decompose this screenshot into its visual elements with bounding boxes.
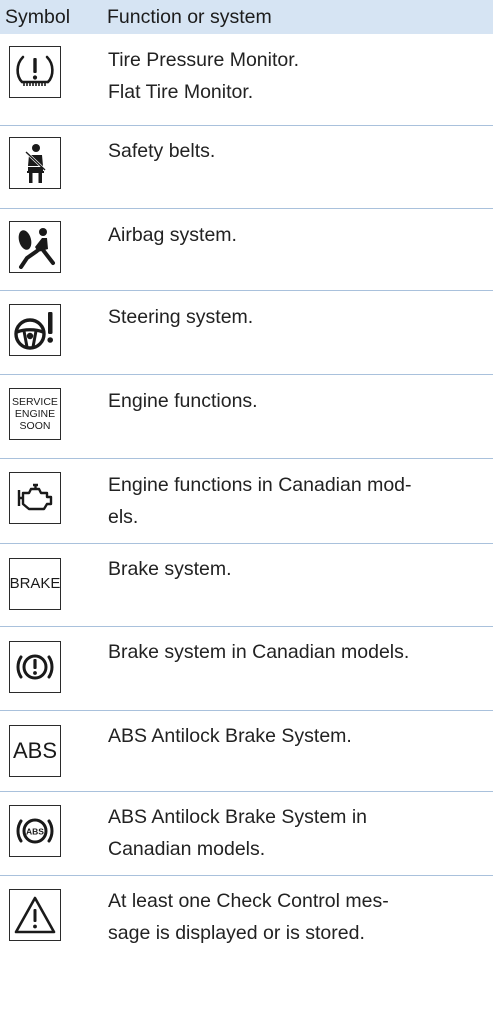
symbol-column-header: Symbol — [5, 5, 71, 28]
table-row: ABS ABS Antilock Brake System in Canadia… — [0, 792, 493, 876]
table-row: Airbag system. — [0, 209, 493, 291]
description-line: Flat Tire Monitor. — [108, 81, 254, 103]
tire-pressure-icon — [9, 46, 61, 98]
description-line: Brake system in Canadian models. — [108, 641, 410, 663]
table-row: BRAKE Brake system. — [0, 544, 493, 627]
description-line: Engine functions. — [108, 390, 258, 412]
description-line: Canadian models. — [108, 838, 266, 860]
table-row: Tire Pressure Monitor. Flat Tire Monitor… — [0, 34, 493, 126]
table-row: SERVICE ENGINE SOON Engine functions. — [0, 375, 493, 459]
table-row: Safety belts. — [0, 126, 493, 209]
table-header: Symbol Function or system — [0, 0, 493, 34]
table-row: ABS ABS Antilock Brake System. — [0, 711, 493, 792]
row-description: Engine functions. — [108, 385, 487, 417]
row-description: Brake system. — [108, 553, 487, 585]
description-line: ABS Antilock Brake System in — [108, 806, 368, 828]
table-row: Brake system in Canadian models. — [0, 627, 493, 711]
description-line: Airbag system. — [108, 224, 237, 246]
icon-label: ABS — [26, 827, 44, 837]
row-description: Brake system in Canadian models. — [108, 636, 487, 668]
description-line: At least one Check Control mes- — [108, 890, 389, 912]
airbag-icon — [9, 221, 61, 273]
table-row: Steering system. — [0, 291, 493, 375]
brake-warning-icon — [9, 641, 61, 693]
description-line: ABS Antilock Brake System. — [108, 725, 352, 747]
brake-text-icon: BRAKE — [9, 558, 61, 610]
seat-belt-icon — [9, 137, 61, 189]
row-description: ABS Antilock Brake System. — [108, 720, 487, 752]
description-line: Brake system. — [108, 558, 232, 580]
icon-label: BRAKE — [9, 575, 61, 592]
icon-label: ENGINE — [14, 408, 56, 420]
row-description: Safety belts. — [108, 135, 487, 167]
row-description: Tire Pressure Monitor. Flat Tire Monitor… — [108, 44, 487, 108]
row-description: Steering system. — [108, 301, 487, 333]
symbol-table: Symbol Function or system Tire Pressure … — [0, 0, 493, 959]
icon-label: SERVICE — [12, 396, 58, 408]
abs-text-icon: ABS — [9, 725, 61, 777]
function-column-header: Function or system — [107, 5, 272, 28]
description-line: els. — [108, 506, 139, 528]
row-description: Airbag system. — [108, 219, 487, 251]
steering-warning-icon — [9, 304, 61, 356]
description-line: Safety belts. — [108, 140, 216, 162]
icon-label: SOON — [19, 420, 51, 432]
description-line: Engine functions in Canadian mod- — [108, 474, 412, 496]
description-line: Steering system. — [108, 306, 254, 328]
abs-circle-icon: ABS — [9, 805, 61, 857]
service-engine-soon-icon: SERVICE ENGINE SOON — [9, 388, 61, 440]
row-description: ABS Antilock Brake System in Canadian mo… — [108, 801, 487, 865]
table-row: At least one Check Control mes- sage is … — [0, 876, 493, 959]
description-line: sage is displayed or is stored. — [108, 922, 365, 944]
row-description: At least one Check Control mes- sage is … — [108, 885, 487, 949]
icon-label: ABS — [12, 738, 58, 763]
table-row: Engine functions in Canadian mod- els. — [0, 459, 493, 544]
warning-triangle-icon — [9, 889, 61, 941]
row-description: Engine functions in Canadian mod- els. — [108, 469, 487, 533]
check-engine-icon — [9, 472, 61, 524]
description-line: Tire Pressure Monitor. — [108, 49, 300, 71]
